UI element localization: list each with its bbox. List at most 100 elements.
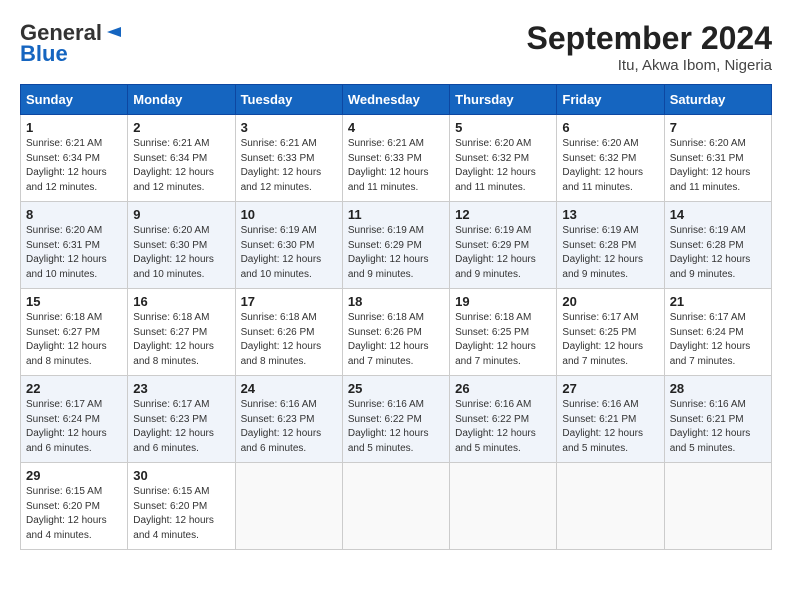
day-info: Sunrise: 6:20 AM Sunset: 6:32 PM Dayligh… (455, 137, 551, 195)
day-info: Sunrise: 6:15 AM Sunset: 6:20 PM Dayligh… (26, 485, 122, 543)
day-number: 25 (348, 381, 444, 396)
day-number: 16 (133, 294, 229, 309)
calendar-table: SundayMondayTuesdayWednesdayThursdayFrid… (20, 84, 772, 550)
day-info: Sunrise: 6:16 AM Sunset: 6:21 PM Dayligh… (670, 398, 766, 456)
day-number: 17 (241, 294, 337, 309)
day-number: 30 (133, 468, 229, 483)
logo: General Blue (20, 20, 121, 67)
day-number: 11 (348, 207, 444, 222)
calendar-cell: 26 Sunrise: 6:16 AM Sunset: 6:22 PM Dayli… (450, 376, 557, 463)
day-number: 22 (26, 381, 122, 396)
calendar-cell: 27Sunrise: 6:16 AM Sunset: 6:21 PM Dayli… (557, 376, 664, 463)
calendar-cell: 11 Sunrise: 6:19 AM Sunset: 6:29 PM Dayli… (342, 202, 449, 289)
day-number: 24 (241, 381, 337, 396)
calendar-week-row: 1 Sunrise: 6:21 AM Sunset: 6:34 PM Daylig… (21, 115, 772, 202)
calendar-cell: 23 Sunrise: 6:17 AM Sunset: 6:23 PM Dayli… (128, 376, 235, 463)
calendar-cell: 16 Sunrise: 6:18 AM Sunset: 6:27 PM Dayli… (128, 289, 235, 376)
calendar-week-row: 29 Sunrise: 6:15 AM Sunset: 6:20 PM Dayli… (21, 463, 772, 550)
calendar-cell: 2 Sunrise: 6:21 AM Sunset: 6:34 PM Daylig… (128, 115, 235, 202)
calendar-week-row: 22 Sunrise: 6:17 AM Sunset: 6:24 PM Dayli… (21, 376, 772, 463)
day-info: Sunrise: 6:21 AM Sunset: 6:33 PM Dayligh… (348, 137, 444, 195)
day-info: Sunrise: 6:17 AM Sunset: 6:24 PM Dayligh… (26, 398, 122, 456)
logo-bird-icon (103, 23, 121, 41)
calendar-cell (235, 463, 342, 550)
day-number: 7 (670, 120, 766, 135)
day-info: Sunrise: 6:17 AM Sunset: 6:25 PM Dayligh… (562, 311, 658, 369)
page-header: General Blue September 2024 Itu, Akwa Ib… (20, 20, 772, 74)
calendar-cell: 17 Sunrise: 6:18 AM Sunset: 6:26 PM Dayli… (235, 289, 342, 376)
day-number: 1 (26, 120, 122, 135)
day-number: 26 (455, 381, 551, 396)
calendar-cell: 9Sunrise: 6:20 AM Sunset: 6:30 PM Daylig… (128, 202, 235, 289)
calendar-cell: 7 Sunrise: 6:20 AM Sunset: 6:31 PM Daylig… (664, 115, 771, 202)
day-info: Sunrise: 6:18 AM Sunset: 6:26 PM Dayligh… (348, 311, 444, 369)
day-info: Sunrise: 6:16 AM Sunset: 6:21 PM Dayligh… (562, 398, 658, 456)
calendar-body: 1 Sunrise: 6:21 AM Sunset: 6:34 PM Daylig… (21, 115, 772, 550)
calendar-header-row: SundayMondayTuesdayWednesdayThursdayFrid… (21, 85, 772, 115)
day-number: 2 (133, 120, 229, 135)
day-info: Sunrise: 6:19 AM Sunset: 6:30 PM Dayligh… (241, 224, 337, 282)
day-number: 5 (455, 120, 551, 135)
calendar-cell: 18 Sunrise: 6:18 AM Sunset: 6:26 PM Dayli… (342, 289, 449, 376)
logo-blue: Blue (20, 41, 68, 67)
col-header-friday: Friday (557, 85, 664, 115)
day-info: Sunrise: 6:19 AM Sunset: 6:29 PM Dayligh… (348, 224, 444, 282)
day-number: 18 (348, 294, 444, 309)
day-info: Sunrise: 6:18 AM Sunset: 6:27 PM Dayligh… (26, 311, 122, 369)
day-number: 6 (562, 120, 658, 135)
calendar-cell: 12Sunrise: 6:19 AM Sunset: 6:29 PM Dayli… (450, 202, 557, 289)
day-number: 8 (26, 207, 122, 222)
day-number: 10 (241, 207, 337, 222)
calendar-cell: 22 Sunrise: 6:17 AM Sunset: 6:24 PM Dayli… (21, 376, 128, 463)
col-header-thursday: Thursday (450, 85, 557, 115)
calendar-cell: 10 Sunrise: 6:19 AM Sunset: 6:30 PM Dayli… (235, 202, 342, 289)
day-info: Sunrise: 6:19 AM Sunset: 6:28 PM Dayligh… (670, 224, 766, 282)
day-info: Sunrise: 6:21 AM Sunset: 6:33 PM Dayligh… (241, 137, 337, 195)
calendar-cell: 25 Sunrise: 6:16 AM Sunset: 6:22 PM Dayli… (342, 376, 449, 463)
day-info: Sunrise: 6:19 AM Sunset: 6:28 PM Dayligh… (562, 224, 658, 282)
day-number: 23 (133, 381, 229, 396)
col-header-wednesday: Wednesday (342, 85, 449, 115)
day-number: 4 (348, 120, 444, 135)
calendar-cell: 4 Sunrise: 6:21 AM Sunset: 6:33 PM Daylig… (342, 115, 449, 202)
calendar-cell: 20 Sunrise: 6:17 AM Sunset: 6:25 PM Dayli… (557, 289, 664, 376)
day-number: 3 (241, 120, 337, 135)
calendar-cell: 28 Sunrise: 6:16 AM Sunset: 6:21 PM Dayli… (664, 376, 771, 463)
col-header-saturday: Saturday (664, 85, 771, 115)
calendar-cell: 29 Sunrise: 6:15 AM Sunset: 6:20 PM Dayli… (21, 463, 128, 550)
calendar-cell: 21 Sunrise: 6:17 AM Sunset: 6:24 PM Dayli… (664, 289, 771, 376)
day-info: Sunrise: 6:16 AM Sunset: 6:22 PM Dayligh… (455, 398, 551, 456)
day-info: Sunrise: 6:21 AM Sunset: 6:34 PM Dayligh… (133, 137, 229, 195)
calendar-week-row: 8Sunrise: 6:20 AM Sunset: 6:31 PM Daylig… (21, 202, 772, 289)
calendar-cell (450, 463, 557, 550)
day-info: Sunrise: 6:21 AM Sunset: 6:34 PM Dayligh… (26, 137, 122, 195)
day-number: 29 (26, 468, 122, 483)
day-info: Sunrise: 6:18 AM Sunset: 6:26 PM Dayligh… (241, 311, 337, 369)
day-info: Sunrise: 6:20 AM Sunset: 6:32 PM Dayligh… (562, 137, 658, 195)
calendar-cell: 13 Sunrise: 6:19 AM Sunset: 6:28 PM Dayli… (557, 202, 664, 289)
day-number: 14 (670, 207, 766, 222)
title-block: September 2024 Itu, Akwa Ibom, Nigeria (527, 20, 772, 74)
day-number: 28 (670, 381, 766, 396)
day-info: Sunrise: 6:16 AM Sunset: 6:22 PM Dayligh… (348, 398, 444, 456)
day-info: Sunrise: 6:20 AM Sunset: 6:31 PM Dayligh… (670, 137, 766, 195)
calendar-cell: 30 Sunrise: 6:15 AM Sunset: 6:20 PM Dayli… (128, 463, 235, 550)
day-info: Sunrise: 6:18 AM Sunset: 6:27 PM Dayligh… (133, 311, 229, 369)
calendar-cell (342, 463, 449, 550)
calendar-cell: 15 Sunrise: 6:18 AM Sunset: 6:27 PM Dayli… (21, 289, 128, 376)
day-number: 15 (26, 294, 122, 309)
col-header-tuesday: Tuesday (235, 85, 342, 115)
day-number: 13 (562, 207, 658, 222)
day-info: Sunrise: 6:19 AM Sunset: 6:29 PM Dayligh… (455, 224, 551, 282)
day-info: Sunrise: 6:17 AM Sunset: 6:24 PM Dayligh… (670, 311, 766, 369)
calendar-cell: 14 Sunrise: 6:19 AM Sunset: 6:28 PM Dayli… (664, 202, 771, 289)
day-number: 21 (670, 294, 766, 309)
calendar-cell (664, 463, 771, 550)
day-number: 19 (455, 294, 551, 309)
day-number: 9 (133, 207, 229, 222)
day-info: Sunrise: 6:15 AM Sunset: 6:20 PM Dayligh… (133, 485, 229, 543)
day-number: 20 (562, 294, 658, 309)
calendar-cell: 24Sunrise: 6:16 AM Sunset: 6:23 PM Dayli… (235, 376, 342, 463)
day-info: Sunrise: 6:17 AM Sunset: 6:23 PM Dayligh… (133, 398, 229, 456)
col-header-monday: Monday (128, 85, 235, 115)
